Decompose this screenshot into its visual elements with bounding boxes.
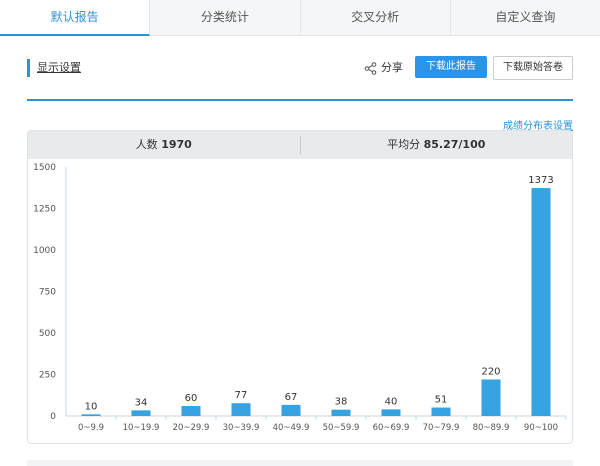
bar-value-label: 60 bbox=[185, 393, 198, 404]
report-tabs: 默认报告 分类统计 交叉分析 自定义查询 bbox=[0, 0, 600, 36]
respondent-count: 人数 1970 bbox=[28, 136, 301, 154]
share-icon bbox=[364, 61, 377, 75]
display-settings-link[interactable]: 显示设置 bbox=[27, 59, 81, 77]
average-score: 平均分 85.27/100 bbox=[301, 136, 573, 154]
bar-value-label: 67 bbox=[285, 392, 298, 403]
bar-value-label: 77 bbox=[235, 390, 248, 401]
bar bbox=[481, 379, 501, 416]
x-tick-label: 50~59.9 bbox=[323, 423, 360, 433]
score-distribution-chart: 0 250 500 750 1000 1250 1500 10 0~9.9 34 10~19.9 60… bbox=[33, 163, 567, 433]
bar bbox=[331, 409, 351, 416]
bar-value-label: 34 bbox=[135, 397, 148, 408]
count-label: 人数 bbox=[135, 138, 158, 151]
bar bbox=[281, 404, 301, 416]
y-tick-label: 250 bbox=[39, 371, 56, 381]
avg-label: 平均分 bbox=[387, 138, 421, 151]
x-tick-label: 80~89.9 bbox=[473, 423, 510, 433]
toolbar: 显示设置 分享 下载此报告 下载原始答卷 bbox=[27, 55, 573, 81]
bar bbox=[81, 414, 101, 416]
section-divider bbox=[27, 99, 573, 101]
tab-custom-query[interactable]: 自定义查询 bbox=[451, 0, 600, 36]
bar bbox=[381, 409, 401, 416]
y-tick-label: 0 bbox=[50, 412, 56, 422]
y-tick-label: 1000 bbox=[33, 246, 56, 256]
x-tick-label: 90~100 bbox=[524, 423, 558, 433]
share-label: 分享 bbox=[381, 61, 403, 74]
x-tick-label: 10~19.9 bbox=[123, 423, 160, 433]
bar-value-label: 10 bbox=[85, 401, 98, 412]
bar-value-label: 38 bbox=[335, 397, 348, 408]
x-tick-label: 20~29.9 bbox=[173, 423, 210, 433]
bar-value-label: 220 bbox=[481, 366, 500, 377]
y-tick-label: 1250 bbox=[33, 205, 56, 215]
x-tick-label: 60~69.9 bbox=[373, 423, 410, 433]
x-tick-label: 40~49.9 bbox=[273, 423, 310, 433]
share-button[interactable]: 分享 bbox=[364, 58, 403, 78]
tab-cross-analysis[interactable]: 交叉分析 bbox=[301, 0, 451, 36]
avg-value: 85.27/100 bbox=[423, 138, 486, 151]
y-tick-label: 750 bbox=[39, 288, 56, 298]
download-report-button[interactable]: 下载此报告 bbox=[415, 56, 487, 78]
bar-value-label: 1373 bbox=[528, 175, 553, 186]
bar-value-label: 51 bbox=[435, 395, 448, 406]
x-tick-label: 30~39.9 bbox=[223, 423, 260, 433]
bar bbox=[431, 407, 451, 416]
tab-category-stats[interactable]: 分类统计 bbox=[150, 0, 301, 36]
stats-bar: 人数 1970 平均分 85.27/100 bbox=[28, 131, 572, 159]
x-tick-label: 0~9.9 bbox=[78, 423, 104, 433]
score-distribution-panel: 人数 1970 平均分 85.27/100 0 250 500 750 1000 1250… bbox=[27, 130, 573, 444]
y-tick-label: 1500 bbox=[33, 163, 56, 173]
y-tick-label: 500 bbox=[39, 329, 56, 339]
tab-default-report[interactable]: 默认报告 bbox=[0, 0, 151, 36]
x-tick-label: 70~79.9 bbox=[423, 423, 460, 433]
bar bbox=[231, 403, 251, 416]
bar-value-label: 40 bbox=[385, 396, 398, 407]
bar bbox=[531, 188, 551, 416]
download-answers-button[interactable]: 下载原始答卷 bbox=[493, 56, 573, 80]
next-section-edge bbox=[27, 460, 573, 466]
bar bbox=[181, 406, 201, 416]
bar bbox=[131, 410, 151, 416]
count-value: 1970 bbox=[161, 138, 192, 151]
